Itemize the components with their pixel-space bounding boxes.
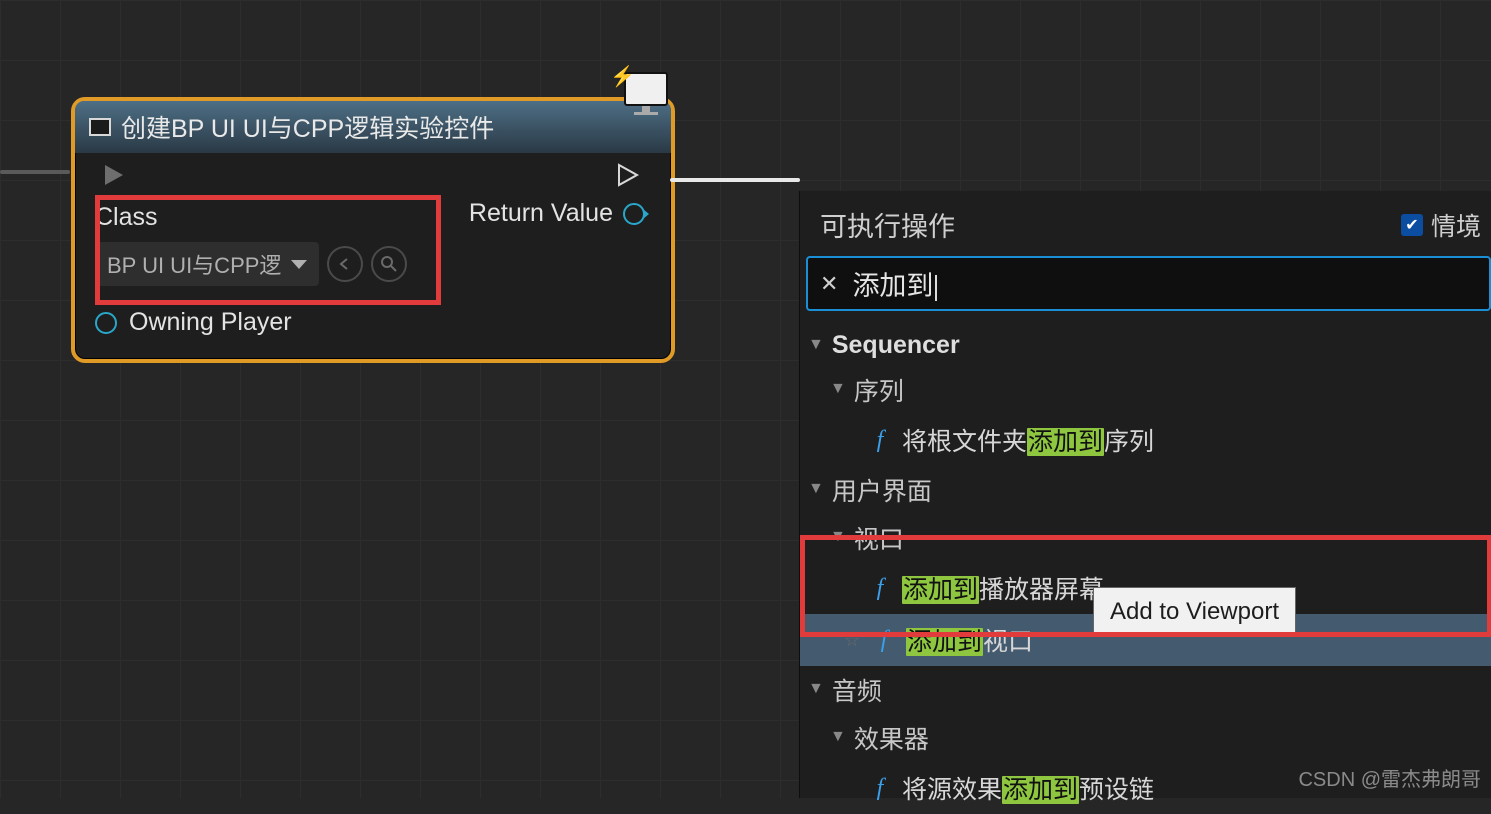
widget-icon (89, 118, 111, 136)
return-value-pin[interactable] (623, 203, 645, 225)
category-user-interface[interactable]: ▼用户界面 (800, 466, 1491, 514)
exec-wire (670, 178, 800, 182)
class-dropdown[interactable]: BP UI UI与CPP逻 (95, 242, 319, 286)
action-tree: ▼Sequencer ▼序列 f 将根文件夹添加到序列 ▼用户界面 ▼视口 f … (800, 319, 1491, 814)
node-body: Class BP UI UI与CPP逻 Return Valu (75, 153, 671, 359)
monitor-icon: ⚡ (624, 72, 668, 115)
incoming-wire (0, 170, 70, 174)
function-icon: f (870, 775, 890, 802)
context-sensitive-toggle[interactable]: ✔ 情境 (1401, 207, 1481, 243)
browse-search-button[interactable] (371, 246, 407, 282)
action-context-menu: 可执行操作 ✔ 情境 ✕ 添加到 ▼Sequencer ▼序列 f 将根文件夹添… (799, 191, 1491, 798)
owning-player-pin[interactable] (95, 312, 117, 334)
context-sensitive-label: 情境 (1431, 207, 1481, 243)
return-value-label: Return Value (469, 199, 613, 228)
check-icon: ✔ (1401, 214, 1423, 236)
class-dropdown-value: BP UI UI与CPP逻 (107, 248, 281, 280)
panel-title: 可执行操作 (820, 205, 955, 244)
exec-in-pin[interactable] (103, 163, 129, 187)
function-icon: f (870, 427, 890, 454)
category-viewport[interactable]: ▼视口 (800, 514, 1491, 562)
node-header[interactable]: 创建BP UI UI与CPP逻辑实验控件 (75, 101, 671, 153)
node-title: 创建BP UI UI与CPP逻辑实验控件 (121, 109, 494, 145)
watermark: CSDN @雷杰弗朗哥 (1298, 763, 1481, 792)
search-icon (380, 255, 398, 273)
action-search-input[interactable]: ✕ 添加到 (806, 256, 1491, 311)
browse-back-button[interactable] (327, 246, 363, 282)
function-icon: f (870, 575, 890, 602)
search-value: 添加到 (852, 271, 933, 301)
favorite-star-icon[interactable]: ☆ (842, 630, 862, 651)
chevron-down-icon (291, 258, 307, 270)
arrow-left-icon (337, 257, 353, 271)
tooltip: Add to Viewport (1093, 587, 1296, 637)
clear-search-icon[interactable]: ✕ (820, 271, 838, 297)
category-audio[interactable]: ▼音频 (800, 666, 1491, 714)
text-caret (935, 275, 937, 301)
action-add-root-folder-to-sequence[interactable]: f 将根文件夹添加到序列 (800, 414, 1491, 466)
class-label: Class (95, 203, 407, 232)
owning-player-label: Owning Player (129, 308, 292, 337)
class-input-group: Class BP UI UI与CPP逻 (95, 203, 407, 286)
create-widget-node[interactable]: 创建BP UI UI与CPP逻辑实验控件 Class BP UI UI与CPP逻 (71, 97, 675, 363)
category-sequence[interactable]: ▼序列 (800, 366, 1491, 414)
category-sequencer[interactable]: ▼Sequencer (800, 325, 1491, 366)
exec-out-pin[interactable] (617, 163, 643, 187)
category-effects[interactable]: ▼效果器 (800, 714, 1491, 762)
function-icon: f (874, 627, 894, 654)
